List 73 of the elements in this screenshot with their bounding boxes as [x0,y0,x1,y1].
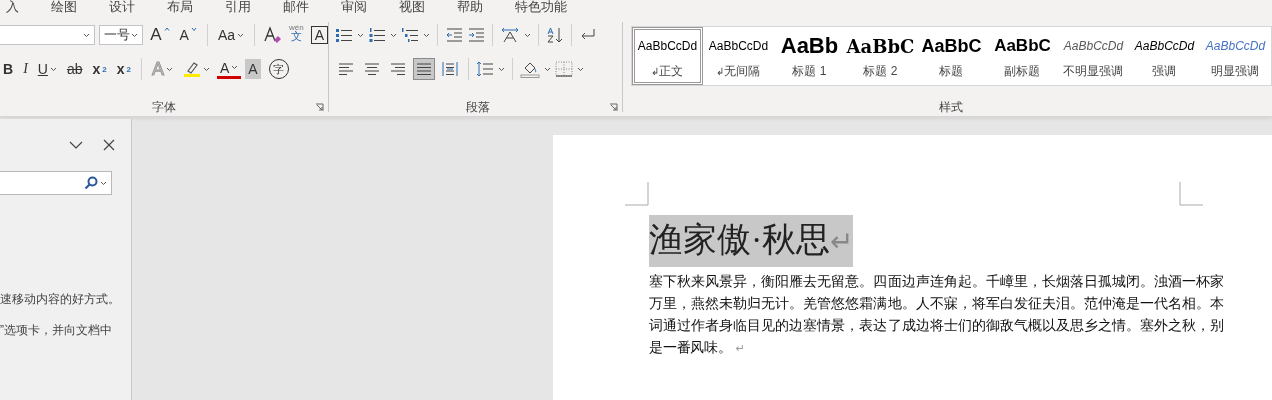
paint-bucket-icon[interactable] [520,60,540,78]
caret-icon [231,65,239,70]
dialog-launcher-icon[interactable] [609,103,618,112]
align-icon [364,61,380,77]
group-label: 样式 [939,98,964,116]
align-icon [390,61,406,77]
document-title: 渔家傲·秋思↵ [649,215,854,267]
sort-icon[interactable] [546,27,564,43]
caret-icon [577,66,584,72]
caret-icon [390,32,397,38]
numbering-icon[interactable] [368,27,386,43]
crop-mark [1179,182,1203,206]
close-icon[interactable] [103,139,115,151]
line-spacing-icon[interactable] [476,61,494,77]
hint-text: 速移动内容的好方式。 [0,291,121,308]
highlighter-icon [183,60,201,78]
phonetic-guide-button[interactable]: wén 文 [286,23,307,47]
asian-layout-icon[interactable] [500,27,520,43]
caret-icon [190,27,197,31]
caret-up-icon [163,27,170,31]
ribbon-tab[interactable]: 帮助 [453,0,487,14]
caret-icon [131,32,139,38]
ribbon-tab[interactable]: 邮件 [279,0,313,14]
caret-icon [498,66,505,72]
caret-icon [357,32,364,38]
strikethrough-button[interactable]: ab [63,57,86,81]
align-icon [442,61,458,77]
align-icon [338,61,354,77]
multilevel-list-icon[interactable] [401,27,419,43]
align-icon [416,61,432,77]
caret-icon [83,32,91,38]
group-label: 字体 [152,98,176,116]
font-name-field[interactable] [0,25,96,45]
italic-button[interactable]: I [20,57,31,81]
character-border-button[interactable]: A [310,26,328,44]
font-color-button[interactable]: A [217,59,242,79]
ribbon-tab[interactable]: 特色功能 [511,0,571,14]
caret-icon [166,66,173,72]
ribbon-tab[interactable]: 设计 [105,0,139,14]
caret-icon [49,66,57,72]
ribbon-tab[interactable]: 绘图 [47,0,81,14]
caret-icon [524,32,531,38]
group-label: 段落 [466,98,491,116]
align-button[interactable] [413,58,435,80]
font-size-field[interactable]: 一号 [99,25,144,45]
shrink-font-button[interactable]: A [176,23,200,47]
hint-text: ”选项卡，并向文档中 [0,322,113,339]
borders-icon[interactable] [555,61,573,77]
crop-mark [625,182,649,206]
clear-formatting-icon[interactable] [262,25,282,45]
ribbon-tab[interactable]: 引用 [221,0,255,14]
ribbon-tab[interactable]: 审阅 [337,0,371,14]
ribbon-tab[interactable]: 布局 [163,0,197,14]
bold-button[interactable]: B [0,57,17,81]
body-paragraph: 塞下秋来风景异，衡阳雁去无留意。四面边声连角起。千嶂里，长烟落日孤城闭。浊酒一杯家万里，燕然未勒归无计。羌管悠悠霜满地。人不寐，将军白发征夫泪。范仲淹是一代名相。本词通过作者身临目见的边塞情景，表达了成边将士们的御敌气概以及思乡之情。塞外之秋，别是一番风味。 ↵ [649,273,1224,357]
caret-icon [203,66,210,72]
search-field[interactable] [0,171,112,195]
caret-icon [237,32,245,38]
grow-font-button[interactable]: A [147,23,173,47]
caret-icon [100,180,107,186]
character-shading-button[interactable]: A [245,59,261,79]
bullets-icon[interactable] [335,27,353,43]
dialog-launcher-icon[interactable] [315,103,324,112]
superscript-button[interactable]: x$^{2}$ [113,57,134,81]
change-case-button[interactable]: Aa [214,23,248,47]
caret-icon [423,32,430,38]
underline-button[interactable]: U [34,57,60,81]
search-icon [84,176,98,190]
style-item[interactable]: AaBbCcDd ↲正文 [632,27,703,85]
caret-icon [544,66,551,72]
ribbon-tab[interactable]: 视图 [395,0,429,14]
chevron-down-icon[interactable] [69,141,83,149]
ribbon-tab[interactable]: 入 [2,0,23,14]
